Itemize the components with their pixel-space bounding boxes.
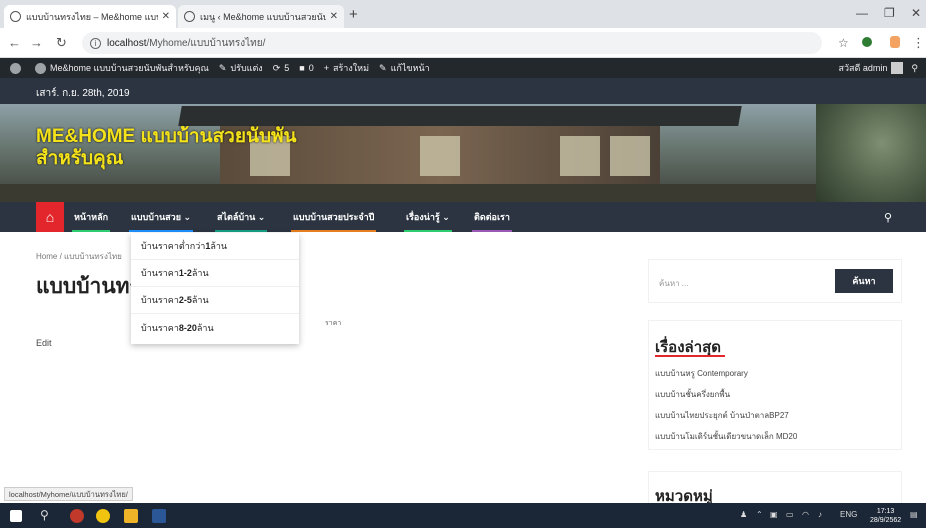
browser-tab[interactable]: เมนู ‹ Me&home แบบบ้านสวยนับพัน ✕ — [178, 5, 344, 28]
recent-post-link[interactable]: แบบบ้านชั้นครึ่งยกพื้น — [655, 388, 730, 401]
nav-item-house-designs[interactable]: แบบบ้านสวย ⌄ — [129, 202, 194, 232]
search-icon[interactable]: ⚲ — [40, 508, 49, 522]
avatar[interactable] — [891, 62, 904, 74]
browser-toolbar: ← → ↻ i localhost /Myhome/แบบบ้านทรงไทย/… — [0, 28, 926, 58]
admin-edit-page[interactable]: ✎ แก้ไขหน้า — [379, 61, 430, 75]
back-button[interactable]: ← — [8, 35, 21, 50]
reload-button[interactable]: ↻ — [56, 35, 67, 51]
window-close-button[interactable]: ✕ — [911, 6, 921, 20]
app-icon[interactable] — [70, 509, 84, 523]
edit-link[interactable]: Edit — [36, 338, 52, 348]
globe-icon — [10, 11, 21, 22]
maximize-button[interactable]: ❐ — [884, 6, 895, 20]
recent-post-link[interactable]: แบบบ้านโมเดิร์นชั้นเดียวขนาดเล็ก MD20 — [655, 430, 797, 443]
site-title[interactable]: ME&HOME แบบบ้านสวยนับพันสำหรับคุณ — [36, 126, 316, 170]
notification-icon[interactable]: ▤ — [910, 510, 918, 519]
dropdown-item-1-2m[interactable]: บ้านราคา 1-2 ล้าน — [131, 260, 299, 287]
dropdown-item-2-5m[interactable]: บ้านราคา 2-5 ล้าน — [131, 287, 299, 314]
pencil-icon: ✎ — [379, 62, 387, 73]
search-input[interactable]: ค้นหา ... — [655, 272, 835, 294]
brush-icon: ✎ — [218, 62, 227, 73]
admin-greeting[interactable]: สวัสดี admin — [839, 61, 888, 75]
search-icon[interactable]: ⚲ — [911, 63, 918, 74]
date-bar: เสาร์. ก.ย. 28th, 2019 — [0, 78, 926, 104]
price-label: ราคา — [325, 320, 342, 327]
network-icon[interactable]: ▣ — [770, 510, 778, 519]
address-bar[interactable]: i localhost /Myhome/แบบบ้านทรงไทย/ — [82, 32, 822, 54]
home-icon[interactable]: ⌂ — [36, 202, 64, 232]
url-host: localhost — [107, 37, 147, 49]
windows-start-icon[interactable] — [10, 510, 22, 522]
battery-icon[interactable]: ▭ — [786, 510, 794, 519]
current-date: เสาร์. ก.ย. 28th, 2019 — [36, 88, 130, 99]
admin-new[interactable]: + สร้างใหม่ — [324, 61, 369, 75]
profile-icon[interactable] — [890, 36, 900, 48]
close-icon[interactable]: ✕ — [330, 11, 338, 22]
nav-item-contact[interactable]: ติดต่อเรา — [472, 202, 512, 232]
page-title: แบบบ้านทรงไทย — [36, 275, 136, 298]
nav-item-yearly[interactable]: แบบบ้านสวยประจำปี — [291, 202, 377, 232]
browser-tab-strip: แบบบ้านทรงไทย – Me&home แบบบ้ ✕ เมนู ‹ M… — [0, 0, 926, 28]
globe-icon — [184, 11, 195, 22]
windows-taskbar: ⚲ ♟ ⌃ ▣ ▭ ◠ ♪ ENG 17:13 28/9/2562 ▤ — [0, 503, 926, 528]
house-designs-dropdown: บ้านราคาต่ำกว่า 1 ล้าน บ้านราคา 1-2 ล้าน… — [131, 233, 299, 344]
wp-admin-bar: Me&home แบบบ้านสวยนับพันสำหรับคุณ ✎ ปรับแ… — [0, 58, 926, 78]
breadcrumb-home[interactable]: Home — [36, 252, 57, 261]
people-icon[interactable]: ♟ — [740, 510, 747, 519]
link-status-bar: localhost/Myhome/แบบบ้านทรงไทย/ — [4, 487, 133, 501]
new-tab-button[interactable]: + — [349, 6, 358, 23]
wordpress-logo-icon[interactable] — [10, 62, 25, 74]
main-navigation: ⌂ หน้าหลัก แบบบ้านสวย ⌄ สไตล์บ้าน ⌄ แบบบ… — [0, 202, 926, 232]
file-explorer-icon[interactable] — [124, 509, 138, 523]
dashboard-icon — [35, 62, 46, 74]
chrome-icon[interactable] — [96, 509, 110, 523]
browser-tab-active[interactable]: แบบบ้านทรงไทย – Me&home แบบบ้ ✕ — [4, 5, 176, 28]
forward-button[interactable]: → — [30, 35, 43, 50]
admin-updates[interactable]: ⟳ 5 — [273, 63, 290, 74]
info-icon[interactable]: i — [90, 37, 101, 49]
recent-post-link[interactable]: แบบบ้านหรู Contemporary — [655, 367, 748, 380]
admin-site-name[interactable]: Me&home แบบบ้านสวยนับพันสำหรับคุณ — [35, 61, 209, 75]
close-icon[interactable]: ✕ — [162, 11, 170, 22]
dropdown-item-8-20m[interactable]: บ้านราคา 8-20 ล้าน — [131, 314, 299, 341]
word-icon[interactable] — [152, 509, 166, 523]
wifi-icon[interactable]: ◠ — [802, 510, 809, 519]
chevron-up-icon[interactable]: ⌃ — [756, 510, 763, 519]
breadcrumb-current: แบบบ้านทรงไทย — [64, 252, 122, 261]
url-path: /Myhome/แบบบ้านทรงไทย/ — [146, 37, 266, 49]
clock[interactable]: 17:13 28/9/2562 — [870, 507, 901, 525]
tab-title: แบบบ้านทรงไทย – Me&home แบบบ้ — [26, 11, 158, 22]
breadcrumb: Home / แบบบ้านทรงไทย — [36, 252, 122, 261]
nav-item-home[interactable]: หน้าหลัก — [72, 202, 111, 232]
language-indicator[interactable]: ENG — [840, 510, 857, 519]
plus-icon: + — [323, 63, 329, 73]
comment-icon: ■ — [299, 63, 305, 73]
nav-item-styles[interactable]: สไตล์บ้าน ⌄ — [215, 202, 268, 232]
volume-icon[interactable]: ♪ — [818, 510, 822, 519]
minimize-button[interactable]: — — [856, 6, 868, 20]
star-icon[interactable]: ☆ — [838, 36, 849, 50]
tab-title: เมนู ‹ Me&home แบบบ้านสวยนับพัน — [200, 11, 326, 22]
recent-post-link[interactable]: แบบบ้านไทยประยุกต์ บ้านป่าตาลBP27 — [655, 409, 789, 422]
admin-customize[interactable]: ✎ ปรับแต่ง — [219, 61, 263, 75]
recent-posts-widget: เรื่องล่าสุด แบบบ้านหรู Contemporary แบบ… — [649, 321, 901, 449]
search-icon[interactable]: ⚲ — [884, 211, 892, 224]
nav-item-articles[interactable]: เรื่องน่ารู้ ⌄ — [404, 202, 452, 232]
admin-comments[interactable]: ■ 0 — [299, 63, 313, 73]
extension-icon[interactable] — [862, 37, 872, 47]
dropdown-item-under-1m[interactable]: บ้านราคาต่ำกว่า 1 ล้าน — [131, 233, 299, 260]
more-menu-icon[interactable]: ⋮ — [912, 35, 925, 51]
refresh-icon: ⟳ — [272, 62, 281, 73]
search-widget: ค้นหา ... ค้นหา — [649, 260, 901, 302]
search-button[interactable]: ค้นหา — [835, 269, 893, 293]
